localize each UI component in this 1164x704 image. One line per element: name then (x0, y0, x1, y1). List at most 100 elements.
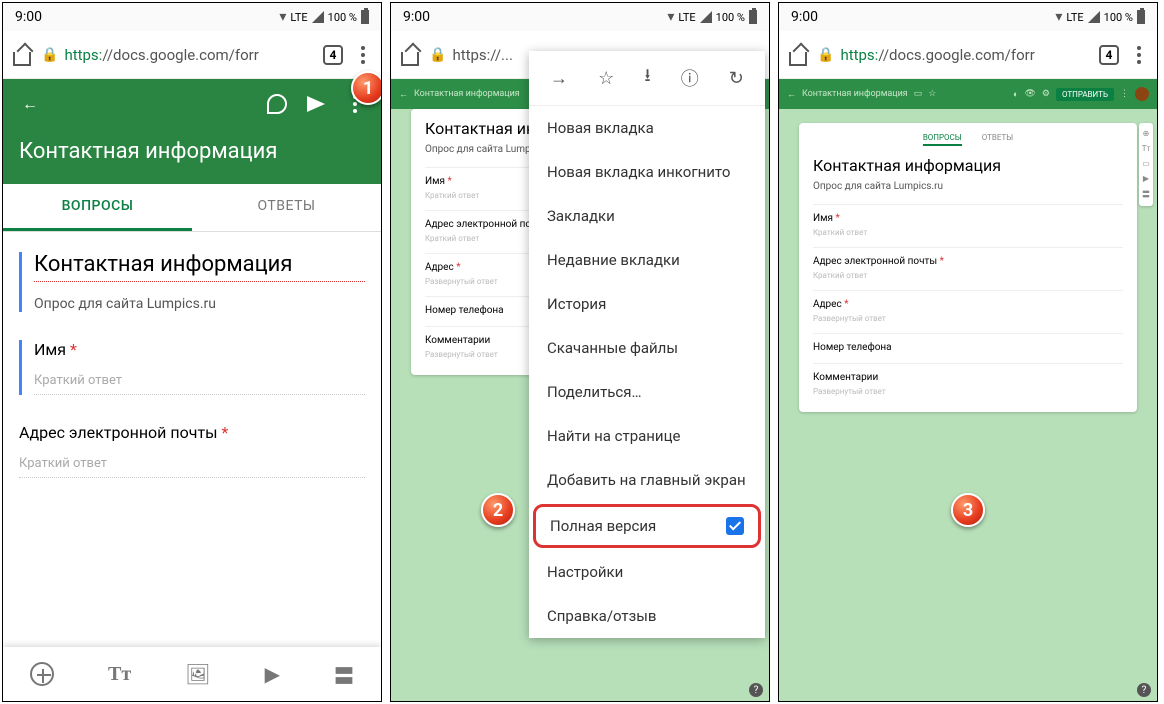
battery-label: 100 % (1104, 11, 1133, 24)
forward-icon[interactable]: → (550, 68, 568, 89)
send-icon[interactable] (307, 96, 325, 112)
field-name-answer[interactable]: Краткий ответ (34, 373, 365, 395)
panel-step-1: 9:00 ▾ LTE 100 % 🔒 https://docs.google.c… (2, 2, 382, 702)
lock-icon: 🔒 (429, 47, 446, 63)
add-video-icon[interactable]: ▶ (265, 662, 280, 686)
url-bar[interactable]: 🔒 https://docs.google.com/forr (817, 46, 1089, 64)
add-section-icon[interactable]: 〓 (1142, 189, 1150, 200)
wifi-icon: ▾ (667, 9, 674, 25)
clock: 9:00 (15, 9, 42, 25)
menu-add-home[interactable]: Добавить на главный экран (529, 458, 765, 502)
send-button[interactable]: ОТПРАВИТЬ (1056, 88, 1114, 101)
menu-new-tab[interactable]: Новая вкладка (529, 106, 765, 150)
checkbox-checked-icon[interactable] (726, 517, 744, 535)
field-name-label: Имя * (34, 340, 365, 359)
signal-icon (312, 11, 324, 23)
menu-history[interactable]: История (529, 282, 765, 326)
download-icon[interactable]: ⭳ (644, 63, 650, 93)
menu-downloads[interactable]: Скачанные файлы (529, 326, 765, 370)
form-body: Контактная информация Опрос для сайта Lu… (3, 232, 381, 498)
clock: 9:00 (791, 9, 818, 25)
more-icon[interactable]: ⋮ (1120, 89, 1129, 99)
signal-icon (1088, 11, 1100, 23)
menu-share[interactable]: Поделиться… (529, 370, 765, 414)
tab-answers[interactable]: ОТВЕТЫ (192, 184, 381, 231)
reload-icon[interactable]: ↻ (729, 68, 744, 89)
panel-step-2: 9:00 ▾ LTE 100 % 🔒 https://... ← Контакт… (390, 2, 770, 702)
folder-icon[interactable]: ▭ (914, 89, 923, 99)
avatar[interactable] (1135, 87, 1149, 101)
add-image-icon[interactable]: ▭ (1142, 159, 1150, 168)
forms-toolbar: Tᴛ 🖼 ▶ 〓 (3, 647, 381, 701)
back-arrow-icon[interactable]: ← (787, 89, 796, 100)
menu-incognito[interactable]: Новая вкладка инкогнито (529, 150, 765, 194)
add-image-icon[interactable]: 🖼 (185, 662, 210, 686)
help-icon[interactable]: ? (749, 683, 763, 697)
tab-questions[interactable]: ВОПРОСЫ (3, 184, 192, 231)
step-badge-3: 3 (951, 493, 985, 527)
status-bar: 9:00 ▾ LTE 100 % (3, 3, 381, 31)
palette-icon[interactable]: ◐ (1013, 89, 1018, 100)
desktop-forms-header: ← Контактная информация ▭ ☆ ◐ 👁 ⚙ ОТПРАВ… (779, 79, 1157, 109)
tab-switcher[interactable]: 4 (1099, 45, 1119, 65)
add-section-icon[interactable]: 〓 (334, 660, 354, 689)
lte-label: LTE (678, 11, 695, 24)
field-email-answer[interactable]: Краткий ответ (19, 456, 365, 478)
battery-icon (1137, 10, 1145, 24)
tab-switcher[interactable]: 4 (323, 45, 343, 65)
battery-label: 100 % (716, 11, 745, 24)
tab-questions[interactable]: ВОПРОСЫ (923, 133, 962, 146)
back-arrow-icon[interactable]: ← (19, 93, 41, 115)
home-icon[interactable] (787, 46, 807, 64)
battery-icon (361, 10, 369, 24)
wifi-icon: ▾ (279, 9, 286, 25)
preview-icon[interactable]: 👁 (1024, 89, 1035, 99)
wifi-icon: ▾ (1055, 9, 1062, 25)
back-arrow-icon[interactable]: ← (399, 89, 408, 100)
menu-help[interactable]: Справка/отзыв (529, 594, 765, 638)
lte-label: LTE (290, 11, 307, 24)
browser-menu-button[interactable] (353, 46, 373, 64)
step-badge-2: 2 (481, 493, 515, 527)
form-tabs: ВОПРОСЫ ОТВЕТЫ (3, 184, 381, 232)
browser-toolbar: 🔒 https://docs.google.com/forr 4 (779, 31, 1157, 79)
battery-label: 100 % (328, 11, 357, 24)
menu-recent-tabs[interactable]: Недавние вкладки (529, 238, 765, 282)
forms-header: ← Контактная информация (3, 79, 381, 184)
add-title-icon[interactable]: Tᴛ (1142, 144, 1150, 153)
browser-toolbar: 🔒 https://docs.google.com/forr 4 (3, 31, 381, 79)
add-video-icon[interactable]: ▶ (1143, 174, 1149, 183)
menu-settings[interactable]: Настройки (529, 550, 765, 594)
form-description[interactable]: Опрос для сайта Lumpics.ru (34, 296, 365, 312)
menu-desktop-site[interactable]: Полная версия (533, 504, 761, 548)
panel-step-3: 9:00 ▾ LTE 100 % 🔒 https://docs.google.c… (778, 2, 1158, 702)
menu-find[interactable]: Найти на странице (529, 414, 765, 458)
add-question-icon[interactable] (30, 662, 54, 686)
menu-bookmarks[interactable]: Закладки (529, 194, 765, 238)
gear-icon[interactable]: ⚙ (1042, 89, 1050, 99)
palette-icon[interactable] (267, 94, 287, 114)
star-icon[interactable]: ☆ (598, 68, 614, 89)
question-title[interactable]: Контактная информация (34, 252, 365, 282)
tab-answers[interactable]: ОТВЕТЫ (982, 133, 1013, 146)
star-icon[interactable]: ☆ (928, 89, 936, 99)
field-email-label: Адрес электронной почты * (19, 423, 365, 442)
add-question-icon[interactable]: ⊕ (1143, 129, 1150, 138)
info-icon[interactable]: ⓘ (681, 65, 699, 91)
status-bar: 9:00 ▾ LTE 100 % (779, 3, 1157, 31)
home-icon[interactable] (11, 46, 31, 64)
help-icon[interactable]: ? (1137, 683, 1151, 697)
lock-icon: 🔒 (817, 47, 834, 63)
browser-menu-button[interactable] (1129, 46, 1149, 64)
form-title: Контактная информация (19, 139, 365, 164)
chrome-menu: → ☆ ⭳ ⓘ ↻ Новая вкладка Новая вкладка ин… (529, 51, 765, 638)
desktop-form-card: ВОПРОСЫ ОТВЕТЫ Контактная информация Опр… (799, 123, 1137, 412)
step-badge-1: 1 (351, 71, 382, 105)
signal-icon (700, 11, 712, 23)
home-icon[interactable] (399, 46, 419, 64)
lte-label: LTE (1066, 11, 1083, 24)
add-title-icon[interactable]: Tᴛ (108, 663, 131, 686)
lock-icon: 🔒 (41, 47, 58, 63)
side-toolbar: ⊕ Tᴛ ▭ ▶ 〓 (1139, 123, 1153, 206)
url-bar[interactable]: 🔒 https://docs.google.com/forr (41, 46, 313, 64)
